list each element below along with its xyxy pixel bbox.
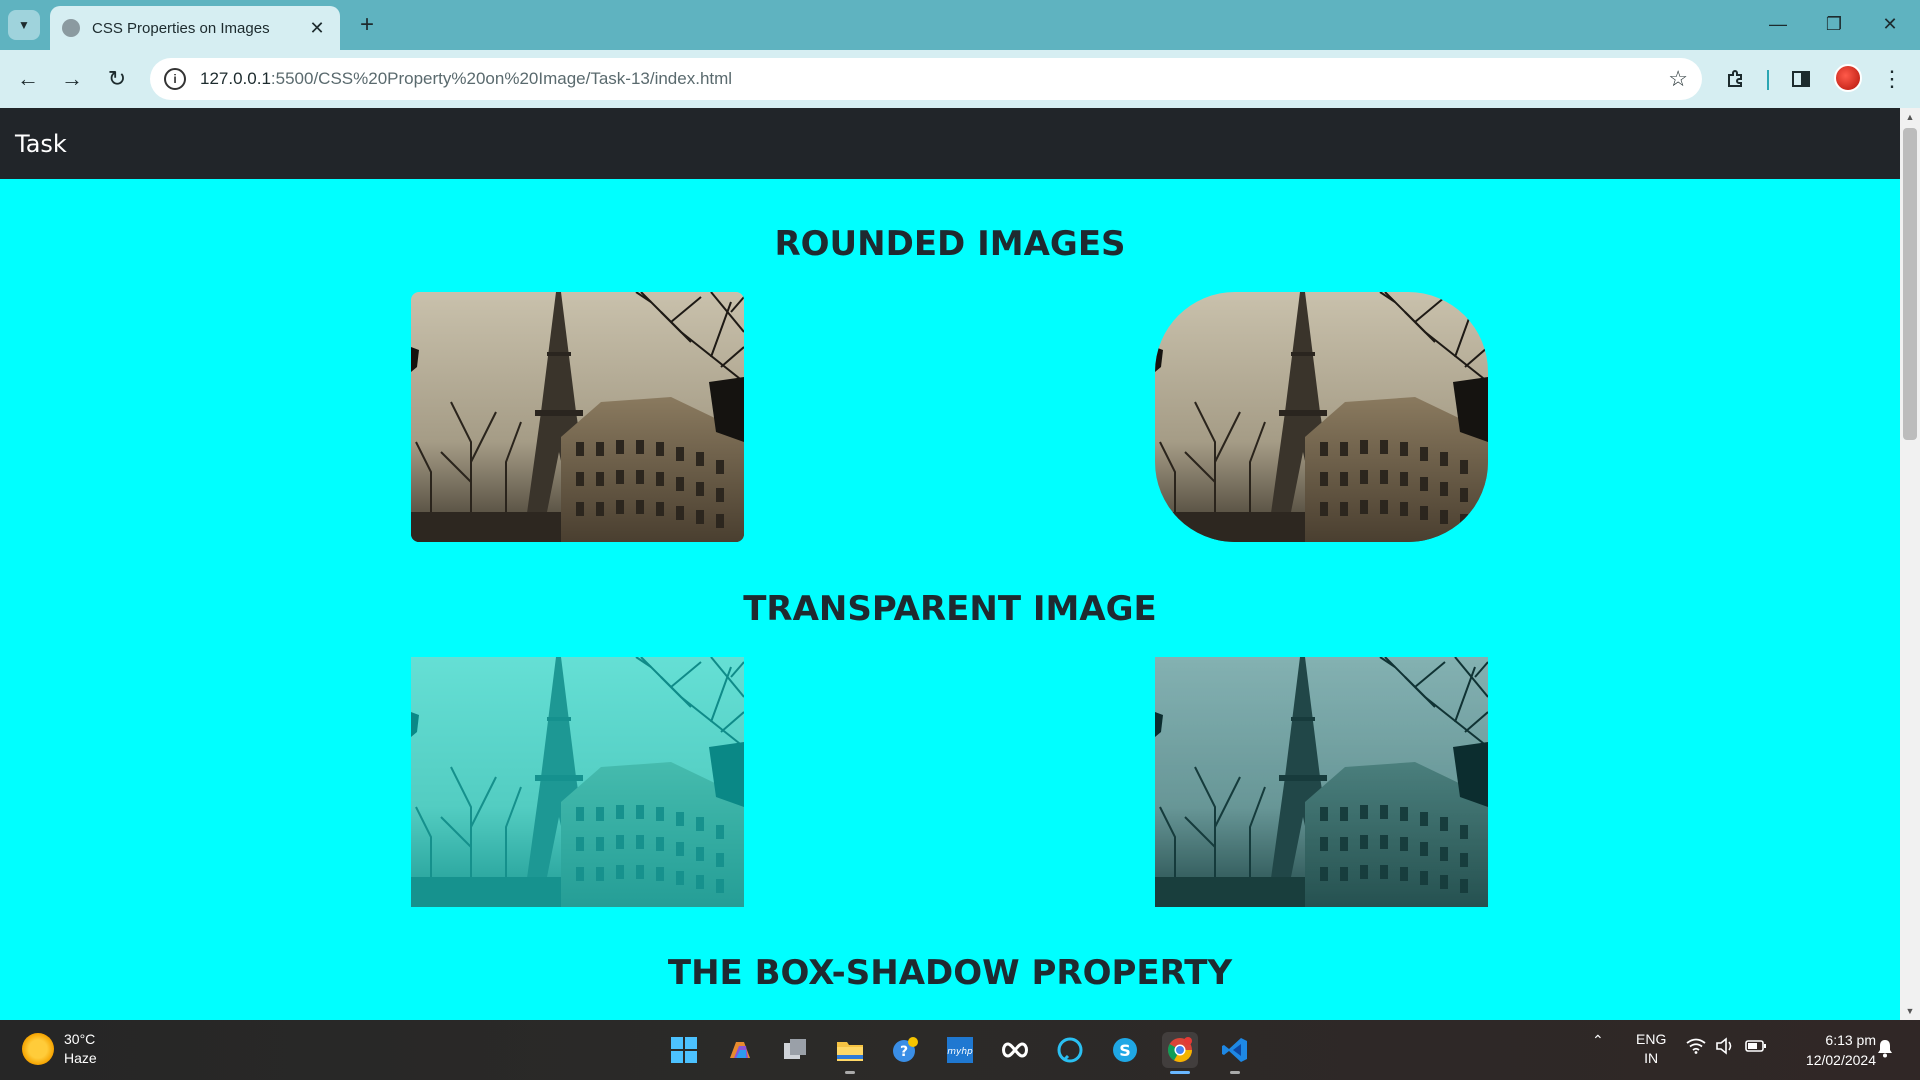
scrollbar-thumb[interactable] <box>1903 128 1917 440</box>
task-view-app[interactable] <box>777 1032 813 1068</box>
url-host: 127.0.0.1 <box>200 69 271 88</box>
close-window-button[interactable]: ✕ <box>1870 8 1910 40</box>
infinity-icon <box>1002 1042 1028 1058</box>
minimize-icon: — <box>1769 13 1787 34</box>
running-indicator <box>1230 1071 1240 1074</box>
reload-icon: ↻ <box>107 66 127 91</box>
arrow-right-icon: → <box>61 66 83 91</box>
vscode-app[interactable] <box>1217 1032 1253 1074</box>
chevron-up-icon[interactable]: ⌃ <box>1592 1032 1604 1049</box>
file-explorer-app[interactable] <box>832 1032 868 1074</box>
star-icon[interactable]: ☆ <box>1668 66 1688 92</box>
rounded-image-small <box>411 292 744 542</box>
section-title-rounded: ROUNDED IMAGES <box>774 224 1126 264</box>
weather-temperature: 30°C <box>64 1031 96 1047</box>
region-code: IN <box>1644 1050 1659 1066</box>
language-code: ENG <box>1636 1031 1667 1047</box>
help-icon: ? <box>893 1037 918 1062</box>
weather-condition: Haze <box>64 1050 97 1066</box>
windows-taskbar: 30°C Haze ? myhp S ⌃ ENG IN 6:13 pm 12/0… <box>0 1020 1920 1080</box>
weather-widget[interactable]: 30°C Haze <box>22 1030 97 1068</box>
chrome-app[interactable] <box>1162 1032 1198 1074</box>
volume-icon[interactable] <box>1715 1037 1735 1058</box>
side-panel-icon[interactable] <box>1785 63 1817 95</box>
wifi-icon[interactable] <box>1686 1038 1706 1057</box>
address-bar[interactable]: i 127.0.0.1:5500/CSS%20Property%20on%20I… <box>150 58 1702 100</box>
puzzle-icon[interactable] <box>1720 63 1752 95</box>
profile-avatar[interactable] <box>1834 64 1862 92</box>
navbar-brand[interactable]: Task <box>15 130 67 158</box>
start-button[interactable] <box>666 1032 702 1068</box>
rounded-image-large <box>1155 292 1488 542</box>
folder-icon <box>837 1042 863 1061</box>
transparent-image-tinted <box>1155 657 1488 907</box>
notification-bell-icon[interactable] <box>1876 1038 1894 1061</box>
active-indicator <box>1170 1071 1190 1074</box>
transparent-images-row <box>0 657 1900 907</box>
alexa-icon <box>1057 1037 1083 1063</box>
vscode-icon <box>1222 1038 1247 1062</box>
back-button[interactable]: ← <box>12 63 44 95</box>
chrome-icon <box>1167 1037 1192 1063</box>
kebab-menu-icon[interactable]: ⋮ <box>1876 63 1908 95</box>
plus-icon: + <box>359 11 374 38</box>
skype-app[interactable]: S <box>1107 1032 1143 1068</box>
tab-search-button[interactable]: ▼ <box>8 10 40 40</box>
windows-icon <box>671 1037 697 1063</box>
new-tab-button[interactable]: + <box>352 10 382 40</box>
chevron-down-icon: ▼ <box>18 18 30 32</box>
task-view-icon <box>784 1039 806 1059</box>
rounded-images-row <box>0 292 1900 542</box>
close-window-icon: ✕ <box>1882 13 1898 34</box>
toolbar-divider <box>1767 70 1769 90</box>
battery-icon[interactable] <box>1745 1039 1767 1056</box>
section-title-box-shadow: THE BOX-SHADOW PROPERTY <box>667 953 1233 993</box>
minimize-button[interactable]: — <box>1758 8 1798 40</box>
page-viewport: Task ROUNDED IMAGES TRANSPARENT IMAGE TH… <box>0 108 1900 1020</box>
copilot-app[interactable] <box>722 1032 758 1068</box>
svg-text:S: S <box>1119 1041 1131 1060</box>
page-scrollbar[interactable]: ▲ ▼ <box>1900 108 1920 1020</box>
section-title-transparent: TRANSPARENT IMAGE <box>743 589 1157 629</box>
system-clock[interactable]: 6:13 pm 12/02/2024 <box>1786 1030 1876 1070</box>
myhp-icon: myhp <box>947 1037 973 1063</box>
site-info-icon[interactable]: i <box>164 68 186 90</box>
browser-toolbar: ← → ↻ i 127.0.0.1:5500/CSS%20Property%20… <box>0 50 1920 108</box>
globe-icon <box>62 19 80 37</box>
alexa-app[interactable] <box>1052 1032 1088 1068</box>
svg-text:?: ? <box>900 1044 908 1060</box>
tab-strip: ▼ CSS Properties on Images ✕ + — ❐ ✕ <box>0 0 1920 50</box>
arrow-left-icon: ← <box>17 66 39 91</box>
transparent-image-faded <box>411 657 744 907</box>
skype-icon: S <box>1113 1038 1137 1062</box>
help-app[interactable]: ? <box>887 1032 923 1068</box>
navbar: Task <box>0 108 1900 179</box>
copilot-icon <box>730 1042 750 1058</box>
language-indicator[interactable]: ENG IN <box>1636 1030 1666 1068</box>
close-icon[interactable]: ✕ <box>306 17 328 39</box>
url-path: :5500/CSS%20Property%20on%20Image/Task-1… <box>270 69 733 88</box>
tab-active[interactable]: CSS Properties on Images ✕ <box>50 6 340 50</box>
sun-haze-icon <box>22 1033 54 1065</box>
reload-button[interactable]: ↻ <box>101 63 133 95</box>
forward-button[interactable]: → <box>56 63 88 95</box>
restore-button[interactable]: ❐ <box>1814 8 1854 40</box>
clock-time: 6:13 pm <box>1825 1032 1876 1048</box>
scroll-down-arrow-icon[interactable]: ▼ <box>1900 1002 1920 1020</box>
meta-app[interactable] <box>997 1032 1033 1068</box>
svg-text:myhp: myhp <box>947 1047 973 1057</box>
restore-icon: ❐ <box>1825 13 1843 34</box>
running-indicator <box>845 1071 855 1074</box>
tab-title: CSS Properties on Images <box>92 19 270 37</box>
scroll-up-arrow-icon[interactable]: ▲ <box>1900 108 1920 126</box>
clock-date: 12/02/2024 <box>1805 1052 1876 1068</box>
myhp-app[interactable]: myhp <box>942 1032 978 1068</box>
